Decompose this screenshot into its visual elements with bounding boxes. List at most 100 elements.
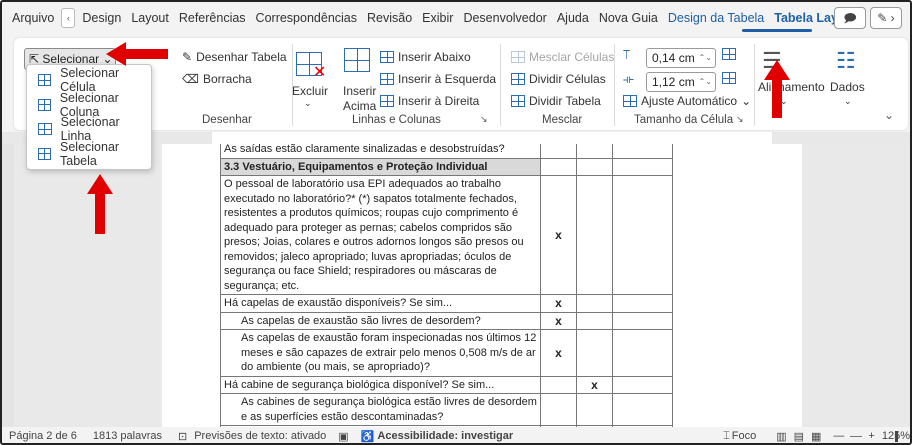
mark-cell-alt[interactable] xyxy=(576,329,613,377)
notes-cell[interactable] xyxy=(612,375,673,394)
notes-cell[interactable] xyxy=(612,294,673,313)
table-row[interactable]: Há cabine de segurança biológica disponí… xyxy=(220,375,673,394)
question-cell[interactable]: 3.3 Vestuário, Equipamentos e Proteção I… xyxy=(220,157,541,176)
mark-cell[interactable]: x xyxy=(540,175,577,295)
notes-cell[interactable] xyxy=(612,311,673,330)
proofing-icon[interactable]: ⊡ xyxy=(178,430,187,443)
table-row[interactable]: As cabines de segurança biológica estão … xyxy=(220,393,673,426)
mark-cell[interactable] xyxy=(540,375,577,394)
web-layout-icon[interactable]: ▦ xyxy=(811,430,821,443)
inserir-direita-button[interactable]: Inserir à Direita xyxy=(380,94,479,108)
mark-cell[interactable] xyxy=(540,157,577,176)
editing-pen-icon[interactable]: ✎ › xyxy=(870,7,902,29)
tab-layout[interactable]: Layout xyxy=(126,2,174,34)
question-cell[interactable]: As saídas estão claramente sinalizadas e… xyxy=(220,144,541,159)
red-arrow-up-icon xyxy=(87,174,113,234)
desenhar-tabela-label: Desenhar Tabela xyxy=(196,50,287,64)
menu-item-selecionar-celula[interactable]: Selecionar Célula xyxy=(27,66,151,94)
mark-cell-alt[interactable] xyxy=(576,175,613,295)
ajuste-automatico-button[interactable]: Ajuste Automático ⌄ xyxy=(623,94,751,108)
zoom-out-button[interactable]: — xyxy=(833,430,844,442)
document-area[interactable]: As saídas estão claramente sinalizadas e… xyxy=(14,144,910,427)
mark-cell[interactable] xyxy=(540,144,577,159)
read-mode-icon[interactable]: ▥ xyxy=(776,430,786,443)
focus-button[interactable]: Foco xyxy=(732,430,756,442)
menu-item-selecionar-tabela[interactable]: Selecionar Tabela xyxy=(27,140,151,168)
dialog-launcher-icon[interactable]: ↘ xyxy=(480,114,488,125)
tab-nova-guia[interactable]: Nova Guia xyxy=(594,2,663,34)
zoom-in-button[interactable]: + xyxy=(868,430,874,442)
row-height-field[interactable]: 0,14 cm xyxy=(646,48,716,68)
tab-correspondencias[interactable]: Correspondências xyxy=(251,2,362,34)
table-section-header-row[interactable]: 3.3 Vestuário, Equipamentos e Proteção I… xyxy=(220,157,673,176)
tabs-scroll-left-button[interactable]: ‹ xyxy=(61,8,76,28)
checklist-table[interactable]: As saídas estão claramente sinalizadas e… xyxy=(220,144,673,427)
text-predictions[interactable]: Previsões de texto: ativado xyxy=(194,430,326,442)
mark-cell[interactable]: x xyxy=(540,329,577,377)
zoom-slider[interactable] xyxy=(850,430,899,442)
question-cell[interactable]: As capelas de exaustão são livres de des… xyxy=(220,311,541,330)
mark-cell-alt[interactable]: x xyxy=(576,375,613,394)
question-cell[interactable]: As capelas de exaustão foram inspecionad… xyxy=(220,329,541,377)
distribute-rows-icon[interactable] xyxy=(722,48,736,60)
mark-cell-alt[interactable] xyxy=(576,144,613,159)
mark-cell[interactable]: x xyxy=(540,311,577,330)
vertical-ruler[interactable] xyxy=(2,144,14,427)
notes-cell[interactable] xyxy=(612,157,673,176)
page-count[interactable]: Página 2 de 6 xyxy=(9,430,77,442)
dividir-celulas-button[interactable]: Dividir Células xyxy=(511,72,606,86)
question-cell[interactable]: Há cabine de segurança biológica disponí… xyxy=(220,375,541,394)
notes-cell[interactable] xyxy=(612,393,673,426)
tab-revisao[interactable]: Revisão xyxy=(362,2,417,34)
desenhar-tabela-button[interactable]: ✎ Desenhar Tabela xyxy=(182,50,287,64)
notes-cell[interactable] xyxy=(612,144,673,159)
table-row[interactable]: O pessoal de laboratório usa EPI adequad… xyxy=(220,175,673,295)
group-label-linhas-colunas: Linhas e Colunas xyxy=(352,114,441,126)
table-row[interactable]: As capelas de exaustão foram inspecionad… xyxy=(220,329,673,377)
chevron-down-icon: ⌄ xyxy=(741,94,752,108)
mark-cell[interactable]: x xyxy=(540,294,577,313)
dados-button[interactable]: Dados xyxy=(830,80,865,94)
question-cell[interactable]: O pessoal de laboratório usa EPI adequad… xyxy=(220,175,541,295)
question-cell[interactable]: Há capelas de exaustão disponíveis? Se s… xyxy=(220,294,541,313)
inserir-esquerda-label: Inserir à Esquerda xyxy=(398,72,497,86)
tab-exibir[interactable]: Exibir xyxy=(417,2,458,34)
menu-item-selecionar-linha[interactable]: Selecionar Linha xyxy=(27,115,151,143)
tab-arquivo[interactable]: Arquivo xyxy=(7,2,59,34)
menu-item-selecionar-coluna[interactable]: Selecionar Coluna xyxy=(27,91,151,119)
mark-cell[interactable] xyxy=(540,393,577,426)
tab-desenvolvedor[interactable]: Desenvolvedor xyxy=(458,2,551,34)
mark-cell-alt[interactable] xyxy=(576,311,613,330)
column-width-field[interactable]: 1,12 cm xyxy=(646,72,716,92)
distribute-columns-icon[interactable] xyxy=(722,72,736,84)
question-cell[interactable]: As cabines de segurança biológica estão … xyxy=(220,393,541,426)
collapse-ribbon-icon[interactable]: ⌄ xyxy=(884,108,894,122)
document-page[interactable]: As saídas estão claramente sinalizadas e… xyxy=(162,144,802,427)
print-layout-icon[interactable]: ▤ xyxy=(794,430,804,443)
inserir-abaixo-button[interactable]: Inserir Abaixo xyxy=(380,50,471,64)
excluir-button[interactable]: Excluir xyxy=(292,84,328,98)
inserir-esquerda-button[interactable]: Inserir à Esquerda xyxy=(380,72,496,86)
table-row[interactable]: As saídas estão claramente sinalizadas e… xyxy=(220,144,673,159)
table-row[interactable]: As capelas de exaustão são livres de des… xyxy=(220,311,673,330)
zoom-slider-thumb[interactable] xyxy=(895,430,899,442)
dialog-launcher-icon[interactable]: ↘ xyxy=(736,114,744,125)
mark-cell-alt[interactable] xyxy=(576,157,613,176)
macro-icon[interactable]: ▣ xyxy=(338,430,348,443)
table-row[interactable]: Há capelas de exaustão disponíveis? Se s… xyxy=(220,294,673,313)
tab-ajuda[interactable]: Ajuda xyxy=(552,2,594,34)
notes-cell[interactable] xyxy=(612,175,673,295)
tab-referencias[interactable]: Referências xyxy=(174,2,251,34)
mark-cell-alt[interactable] xyxy=(576,393,613,426)
word-count[interactable]: 1813 palavras xyxy=(93,430,162,442)
mesclar-celulas-button[interactable]: Mesclar Células xyxy=(511,50,614,64)
inserir-acima-button[interactable]: Inserir xyxy=(343,84,376,98)
mark-cell-alt[interactable] xyxy=(576,294,613,313)
notes-cell[interactable] xyxy=(612,329,673,377)
dividir-tabela-button[interactable]: Dividir Tabela xyxy=(511,94,601,108)
comments-icon[interactable]: 🗩 xyxy=(834,7,866,29)
tab-design[interactable]: Design xyxy=(77,2,126,34)
inserir-label: Inserir xyxy=(343,84,377,98)
borracha-button[interactable]: ⌫ Borracha xyxy=(182,72,252,86)
accessibility-status[interactable]: Acessibilidade: investigar xyxy=(377,430,513,442)
